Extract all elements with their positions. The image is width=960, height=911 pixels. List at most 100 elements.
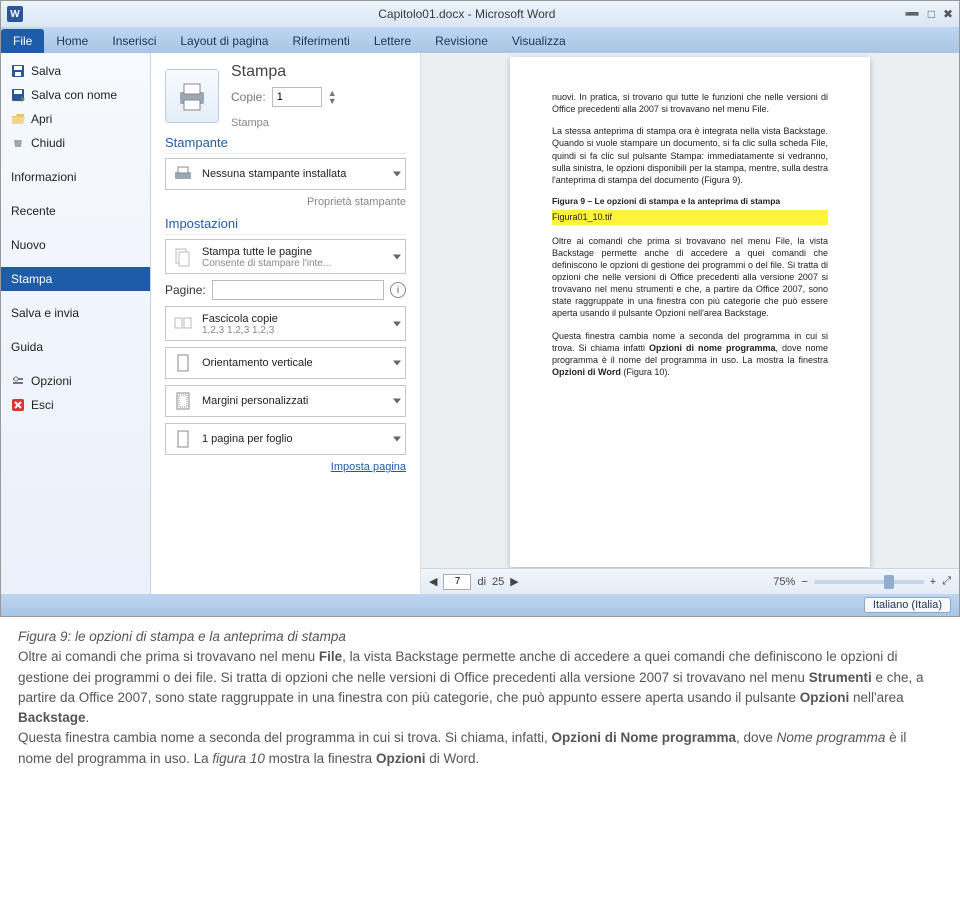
tab-file[interactable]: File (1, 29, 44, 53)
chevron-down-icon (393, 254, 401, 259)
menu-opzioni-label: Opzioni (31, 374, 72, 388)
preview-para-4: Questa finestra cambia nome a seconda de… (552, 330, 828, 379)
menu-informazioni-label: Informazioni (11, 170, 76, 184)
minimize-button[interactable]: ➖ (905, 7, 920, 21)
preview-para-1: nuovi. In pratica, si trovano qui tutte … (552, 91, 828, 115)
zoom-out[interactable]: − (801, 576, 807, 588)
menu-recente-label: Recente (11, 204, 56, 218)
tab-home[interactable]: Home (44, 29, 100, 53)
caption-para-2: Questa finestra cambia nome a seconda de… (18, 728, 942, 769)
printer-dropdown[interactable]: Nessuna stampante installata (165, 158, 406, 190)
folder-open-icon (11, 112, 25, 126)
word-app-icon: W (7, 6, 23, 22)
orientation-dropdown[interactable]: Orientamento verticale (165, 347, 406, 379)
menu-salva-come[interactable]: Salva con nome (1, 83, 150, 107)
title-bar: W Capitolo01.docx - Microsoft Word ➖ □ ✖ (1, 1, 959, 27)
menu-salva[interactable]: Salva (1, 59, 150, 83)
window-title: Capitolo01.docx - Microsoft Word (29, 7, 905, 21)
menu-esci[interactable]: Esci (1, 393, 150, 417)
tab-riferimenti[interactable]: Riferimenti (280, 29, 361, 53)
page-current-input[interactable] (443, 574, 471, 590)
menu-stampa-label: Stampa (11, 272, 52, 286)
window-controls: ➖ □ ✖ (905, 7, 953, 21)
chevron-down-icon (393, 172, 401, 177)
page-total: 25 (492, 576, 504, 588)
copies-input[interactable] (272, 87, 322, 107)
pages-input[interactable] (212, 280, 384, 300)
help-icon[interactable]: i (390, 282, 406, 298)
menu-esci-label: Esci (31, 398, 54, 412)
page-next[interactable]: ▶ (510, 575, 518, 588)
print-options: Stampa Copie: ▲▼ Stampa Stampante Nessun… (151, 53, 421, 594)
chevron-down-icon (393, 361, 401, 366)
menu-guida-label: Guida (11, 340, 43, 354)
fit-to-page-icon[interactable]: ⤢ (942, 575, 951, 588)
page-per-sheet-icon (172, 428, 194, 450)
chevron-down-icon (393, 321, 401, 326)
menu-recente[interactable]: Recente (1, 199, 150, 223)
menu-chiudi[interactable]: Chiudi (1, 131, 150, 155)
print-preview: nuovi. In pratica, si trovano qui tutte … (421, 53, 959, 594)
close-button[interactable]: ✖ (943, 7, 953, 21)
figure-caption-block: Figura 9: le opzioni di stampa e la ante… (0, 617, 960, 783)
tab-lettere[interactable]: Lettere (362, 29, 423, 53)
scope-sub: Consente di stampare l'inte... (202, 258, 331, 269)
page-setup-link[interactable]: Imposta pagina (165, 461, 406, 473)
print-pane: Stampa Copie: ▲▼ Stampa Stampante Nessun… (151, 53, 959, 594)
menu-salva-invia[interactable]: Salva e invia (1, 301, 150, 325)
menu-nuovo-label: Nuovo (11, 238, 46, 252)
margins-dropdown[interactable]: Margini personalizzati (165, 385, 406, 417)
menu-guida[interactable]: Guida (1, 335, 150, 359)
zoom-thumb[interactable] (884, 575, 894, 589)
sheets-dropdown[interactable]: 1 pagina per foglio (165, 423, 406, 455)
menu-informazioni[interactable]: Informazioni (1, 165, 150, 189)
chevron-down-icon (393, 437, 401, 442)
tab-visualizza[interactable]: Visualizza (500, 29, 578, 53)
menu-salva-invia-label: Salva e invia (11, 306, 79, 320)
section-stampante: Stampante (165, 135, 406, 154)
scope-main: Stampa tutte le pagine (202, 246, 312, 258)
pages-all-icon (172, 246, 194, 268)
zoom-value: 75% (773, 576, 795, 588)
preview-toolbar: ◀ di 25 ▶ 75% − + ⤢ (421, 568, 959, 594)
pages-label: Pagine: (165, 283, 206, 297)
print-button[interactable] (165, 69, 219, 123)
pager: ◀ di 25 ▶ (429, 574, 519, 590)
page-prev[interactable]: ◀ (429, 575, 437, 588)
page-sep: di (477, 576, 486, 588)
zoom-slider[interactable] (814, 580, 924, 584)
menu-apri[interactable]: Apri (1, 107, 150, 131)
menu-nuovo[interactable]: Nuovo (1, 233, 150, 257)
collate-main: Fascicola copie (202, 313, 278, 325)
caption-para-1: Oltre ai comandi che prima si trovavano … (18, 647, 942, 728)
ribbon-tabs: File Home Inserisci Layout di pagina Rif… (1, 27, 959, 53)
preview-page: nuovi. In pratica, si trovano qui tutte … (510, 57, 870, 567)
print-header: Stampa (231, 63, 337, 81)
printer-icon (174, 78, 210, 114)
menu-stampa[interactable]: Stampa (1, 267, 150, 291)
collate-icon (172, 313, 194, 335)
tab-revisione[interactable]: Revisione (423, 29, 500, 53)
menu-salva-come-label: Salva con nome (31, 88, 117, 102)
save-icon (11, 64, 25, 78)
collate-dropdown[interactable]: Fascicola copie 1,2,3 1,2,3 1,2,3 (165, 306, 406, 341)
print-scope-dropdown[interactable]: Stampa tutte le pagine Consente di stamp… (165, 239, 406, 274)
printer-name: Nessuna stampante installata (202, 168, 346, 180)
exit-icon (11, 398, 25, 412)
tab-inserisci[interactable]: Inserisci (100, 29, 168, 53)
portrait-icon (172, 352, 194, 374)
language-button[interactable]: Italiano (Italia) (864, 597, 951, 613)
orientation-main: Orientamento verticale (202, 357, 313, 369)
status-bar: Italiano (Italia) (1, 594, 959, 616)
margins-icon (172, 390, 194, 412)
zoom-in[interactable]: + (930, 576, 936, 588)
printer-small-icon (172, 163, 194, 185)
menu-salva-label: Salva (31, 64, 61, 78)
stepper-icon[interactable]: ▲▼ (328, 89, 337, 105)
menu-apri-label: Apri (31, 112, 52, 126)
tab-layout[interactable]: Layout di pagina (168, 29, 280, 53)
maximize-button[interactable]: □ (928, 7, 935, 21)
backstage-menu: Salva Salva con nome Apri Chiudi Informa… (1, 53, 151, 594)
print-btn-label: Stampa (231, 117, 337, 129)
menu-opzioni[interactable]: Opzioni (1, 369, 150, 393)
